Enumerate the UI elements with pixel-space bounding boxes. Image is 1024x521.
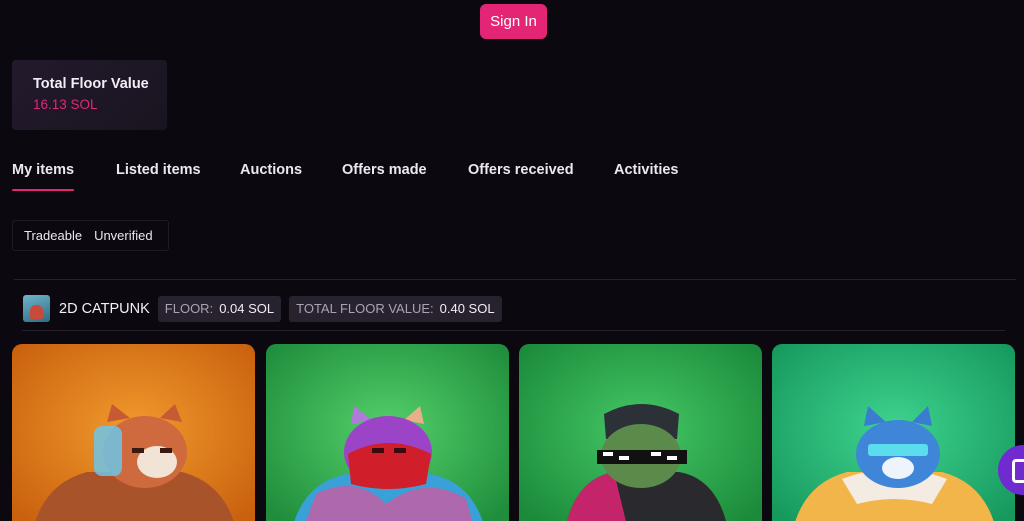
nft-catpunk-orange-icon <box>12 344 255 521</box>
tab-offers-made[interactable]: Offers made <box>342 162 427 178</box>
tab-auctions[interactable]: Auctions <box>240 162 302 178</box>
collection-avatar <box>23 295 50 322</box>
total-floor-value-card: Total Floor Value 16.13 SOL <box>12 60 167 130</box>
total-floor-chip: TOTAL FLOOR VALUE: 0.40 SOL <box>289 295 502 322</box>
floor-value: 0.04 SOL <box>219 301 275 316</box>
total-floor-label: TOTAL FLOOR VALUE: <box>296 301 434 316</box>
collection-divider <box>22 330 1005 331</box>
filter-tradeable[interactable]: Tradeable <box>24 228 82 243</box>
nft-catpunk-green-icon <box>519 344 762 521</box>
section-divider <box>14 279 1016 280</box>
collection-name[interactable]: 2D CATPUNK <box>59 301 150 317</box>
nft-catpunk-blue-icon <box>772 344 1015 521</box>
tab-activities[interactable]: Activities <box>614 162 678 178</box>
item-filter-toggle: Tradeable Unverified <box>12 220 169 251</box>
tab-my-items[interactable]: My items <box>12 162 75 191</box>
collection-header: 2D CATPUNK FLOOR: 0.04 SOL TOTAL FLOOR V… <box>23 294 502 323</box>
tab-offers-received[interactable]: Offers received <box>468 162 574 178</box>
nft-card[interactable] <box>266 344 509 521</box>
total-floor-value-title: Total Floor Value <box>33 76 149 92</box>
floor-chip: FLOOR: 0.04 SOL <box>157 295 282 322</box>
floor-label: FLOOR: <box>164 301 214 316</box>
total-floor-value: 0.40 SOL <box>439 301 495 316</box>
sign-in-button[interactable]: Sign In <box>480 4 547 39</box>
tab-listed-items[interactable]: Listed items <box>116 162 201 178</box>
total-floor-value-amount: 16.13 SOL <box>33 97 98 112</box>
filter-unverified[interactable]: Unverified <box>94 228 153 243</box>
nft-card[interactable] <box>519 344 762 521</box>
nft-catpunk-tiedye-icon <box>266 344 509 521</box>
nft-card[interactable] <box>772 344 1015 521</box>
nft-card[interactable] <box>12 344 255 521</box>
